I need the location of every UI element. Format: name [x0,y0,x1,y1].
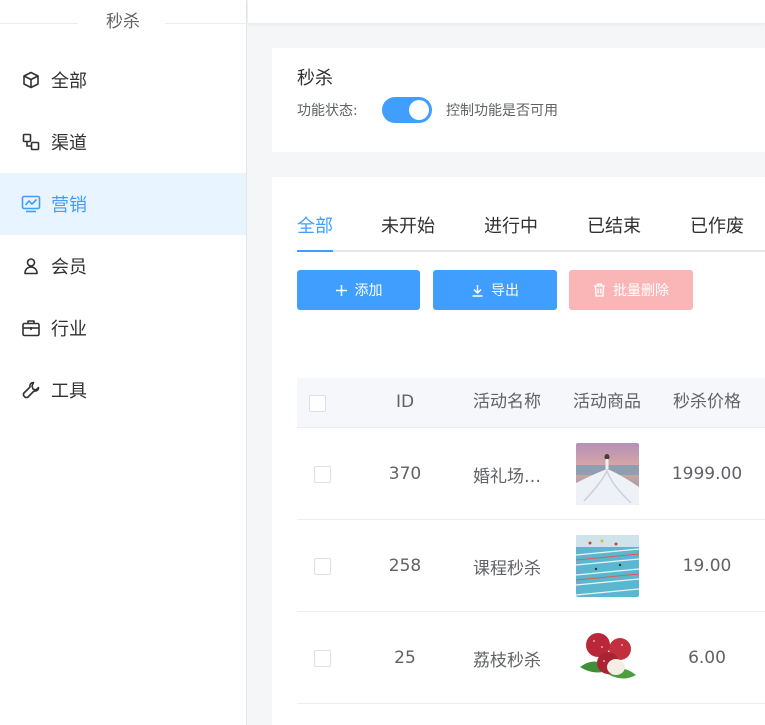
select-all-checkbox[interactable] [308,394,326,412]
row-goods-cell [557,520,657,612]
wrench-icon [20,379,42,401]
sidebar-menu: 全部 渠道 营销 会员 行业 工具 [0,49,246,421]
sidebar-item-label: 全部 [51,71,87,92]
tab-all[interactable]: 全部 [297,213,333,252]
row-select-cell [297,428,347,520]
table-row: 25 荔枝秒杀 6.00 [297,612,765,704]
batch-delete-button[interactable]: 批量删除 [569,270,693,310]
user-icon [20,255,42,277]
tab-in-progress[interactable]: 进行中 [484,213,538,250]
activity-list-card: 全部 未开始 进行中 已结束 已作废 添加 导出 批量删除 ID 活动名称 活动… [272,177,765,725]
sidebar-item-label: 会员 [51,257,87,278]
feature-status-description: 控制功能是否可用 [446,103,558,119]
activity-table: ID 活动名称 活动商品 秒杀价格 370 婚礼场… 1999.00 258 课… [297,378,765,704]
row-id: 25 [394,648,416,668]
download-icon [471,284,484,297]
trash-icon [593,283,606,297]
feature-status-label: 功能状态: [297,103,358,119]
row-price: 1999.00 [671,464,743,484]
channel-icon [20,131,42,153]
add-button-label: 添加 [354,283,383,299]
sidebar-item-label: 工具 [51,381,87,402]
plus-icon [335,284,348,297]
sidebar-item-member[interactable]: 会员 [0,235,246,297]
sidebar-title-text: 秒杀 [100,12,146,32]
row-checkbox[interactable] [313,465,331,483]
row-select-cell [297,612,347,704]
sidebar-title: 秒杀 [0,0,246,46]
wedding-dress-photo[interactable] [575,443,639,505]
row-name: 荔枝秒杀 [473,650,541,671]
toggle-knob [409,100,429,120]
column-header-price[interactable]: 秒杀价格 [657,378,757,428]
add-button[interactable]: 添加 [297,270,420,310]
sidebar-item-channel[interactable]: 渠道 [0,111,246,173]
sidebar: 秒杀 全部 渠道 营销 会员 行业 工具 [0,0,247,725]
cube-icon [20,69,42,91]
batch-delete-button-label: 批量删除 [613,283,669,299]
feature-status-toggle[interactable] [382,97,432,123]
row-checkbox[interactable] [313,557,331,575]
table-row: 370 婚礼场… 1999.00 [297,428,765,520]
status-tabs: 全部 未开始 进行中 已结束 已作废 [297,213,765,252]
column-header-goods[interactable]: 活动商品 [557,378,657,428]
top-bar [248,0,765,23]
row-name: 课程秒杀 [473,558,541,579]
sidebar-item-label: 行业 [51,319,87,340]
row-goods-cell [557,428,657,520]
row-id: 258 [388,556,422,576]
row-id: 370 [388,464,422,484]
sidebar-item-tools[interactable]: 工具 [0,359,246,421]
card-title: 秒杀 [297,68,333,89]
sidebar-item-label: 营销 [51,195,87,216]
row-name: 婚礼场… [473,466,541,487]
table-row: 258 课程秒杀 19.00 [297,520,765,612]
monitor-chart-icon [20,193,42,215]
feature-switch-card: 秒杀 功能状态: 控制功能是否可用 [272,48,765,152]
sidebar-item-all[interactable]: 全部 [0,49,246,111]
export-button-label: 导出 [491,283,519,299]
table-header: ID 活动名称 活动商品 秒杀价格 [297,378,765,428]
row-price: 6.00 [688,648,726,668]
row-price: 19.00 [682,556,732,576]
tab-ended[interactable]: 已结束 [587,213,641,250]
column-header-name[interactable]: 活动名称 [457,378,557,428]
row-goods-cell [557,612,657,704]
lychee-photo[interactable] [575,627,639,689]
column-header-id[interactable]: ID [355,378,455,428]
row-checkbox[interactable] [313,649,331,667]
sidebar-item-label: 渠道 [51,133,87,154]
sidebar-item-industry[interactable]: 行业 [0,297,246,359]
sidebar-item-marketing[interactable]: 营销 [0,173,246,235]
briefcase-icon [20,317,42,339]
select-all-cell [297,378,347,428]
export-button[interactable]: 导出 [433,270,557,310]
row-select-cell [297,520,347,612]
tab-voided[interactable]: 已作废 [690,213,744,250]
swimming-pool-photo[interactable] [575,535,639,597]
tab-not-started[interactable]: 未开始 [381,213,435,250]
